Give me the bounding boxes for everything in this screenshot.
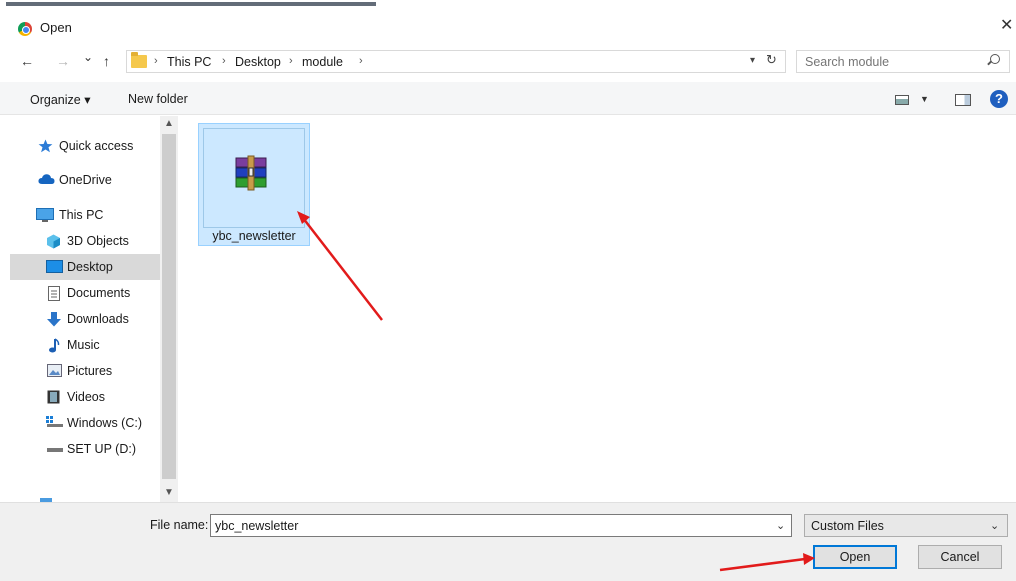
file-type-dropdown-icon[interactable]: ⌄ <box>990 519 999 532</box>
sidebar-item-label: OneDrive <box>59 173 112 187</box>
cube-icon <box>46 234 61 249</box>
sidebar-item-onedrive[interactable]: OneDrive <box>10 167 160 193</box>
new-folder-button[interactable]: New folder <box>128 92 188 106</box>
document-icon <box>48 286 63 301</box>
sidebar-item-videos[interactable]: Videos <box>10 384 160 410</box>
sidebar-item-label: Pictures <box>67 364 113 378</box>
sidebar-item-this-pc[interactable]: This PC <box>10 202 160 228</box>
breadcrumb-module[interactable]: module <box>302 55 343 69</box>
folder-icon <box>131 52 147 68</box>
scroll-up-icon[interactable]: ▲ <box>164 118 174 129</box>
breadcrumb-this-pc[interactable]: This PC <box>167 55 211 69</box>
search-input[interactable] <box>797 51 977 72</box>
open-button[interactable]: Open <box>813 545 897 569</box>
sidebar-item-quick-access[interactable]: Quick access <box>10 133 160 159</box>
back-arrow-icon[interactable]: ← <box>20 52 34 70</box>
title-bar <box>0 10 1016 44</box>
sidebar-item-label: Downloads <box>67 312 129 326</box>
sidebar-item-windows-c[interactable]: Windows (C:) <box>10 410 160 436</box>
music-icon <box>48 338 63 353</box>
sidebar-item-3d-objects[interactable]: 3D Objects <box>10 228 160 254</box>
forward-arrow-icon[interactable]: → <box>56 52 70 70</box>
breadcrumb-separator[interactable]: › <box>289 55 293 67</box>
star-icon <box>38 139 53 153</box>
breadcrumb-desktop[interactable]: Desktop <box>235 55 281 69</box>
dialog-title: Open <box>40 20 72 35</box>
file-name-label: File name: <box>150 518 209 532</box>
close-icon[interactable]: ✕ <box>1000 18 1013 34</box>
sidebar-item-downloads[interactable]: Downloads <box>10 306 160 332</box>
sidebar-scrollbar[interactable] <box>160 116 178 502</box>
sidebar-item-label: This PC <box>59 208 104 222</box>
navigation-pane: Quick access OneDrive This PC 3D Objects… <box>10 116 160 502</box>
change-view-icon[interactable] <box>895 95 909 105</box>
file-name-label: ybc_newsletter <box>212 229 296 243</box>
search-icon[interactable] <box>990 54 1000 64</box>
sidebar-item-label: Desktop <box>67 260 113 274</box>
file-type-value: Custom Files <box>811 519 884 533</box>
help-icon[interactable]: ? <box>990 90 1008 108</box>
sidebar-item-documents[interactable]: Documents <box>10 280 160 306</box>
cancel-button[interactable]: Cancel <box>918 545 1002 569</box>
refresh-icon[interactable]: ↻ <box>766 52 777 68</box>
sidebar-item-label: Music <box>67 338 100 352</box>
sidebar-item-label: Quick access <box>59 139 134 153</box>
file-name-dropdown-icon[interactable]: ⌄ <box>776 519 785 532</box>
drive-icon <box>46 416 63 429</box>
pictures-icon <box>47 364 62 377</box>
sidebar-item-label: Videos <box>67 390 105 404</box>
desktop-icon <box>46 260 63 273</box>
address-bar[interactable]: › This PC › Desktop › module › <box>126 50 786 73</box>
preview-pane-icon[interactable] <box>955 94 971 106</box>
cloud-icon <box>38 173 55 186</box>
sidebar-item-pictures[interactable]: Pictures <box>10 358 160 384</box>
scrollbar-thumb[interactable] <box>162 134 176 479</box>
file-name-input[interactable] <box>211 515 751 536</box>
sidebar-item-desktop[interactable]: Desktop <box>10 254 160 280</box>
sidebar-item-setup-d[interactable]: SET UP (D:) <box>10 436 160 462</box>
view-options-dropdown-icon[interactable]: ▼ <box>920 94 929 104</box>
breadcrumb-separator: › <box>154 55 158 67</box>
monitor-icon <box>36 208 54 222</box>
chrome-icon <box>18 22 32 36</box>
top-window-strip <box>0 0 1016 10</box>
file-type-select[interactable]: Custom Files <box>804 514 1008 537</box>
background-tab-strip <box>6 2 376 6</box>
address-dropdown-icon[interactable]: ▾ <box>750 55 755 66</box>
film-icon <box>47 390 62 404</box>
sidebar-item-label: SET UP (D:) <box>67 442 136 456</box>
breadcrumb-separator[interactable]: › <box>222 55 226 67</box>
search-box[interactable] <box>796 50 1010 73</box>
sidebar-item-music[interactable]: Music <box>10 332 160 358</box>
breadcrumb-separator[interactable]: › <box>359 55 363 67</box>
sidebar-item-label: 3D Objects <box>67 234 129 248</box>
scroll-down-icon[interactable]: ▼ <box>164 487 174 498</box>
file-item-ybc-newsletter[interactable]: ybc_newsletter <box>198 123 310 246</box>
recent-locations-icon[interactable]: ⌄ <box>83 48 93 66</box>
drive-icon <box>46 442 63 455</box>
winrar-archive-icon <box>235 155 267 191</box>
up-arrow-icon[interactable]: ↑ <box>103 52 110 70</box>
sidebar-item-label: Windows (C:) <box>67 416 143 430</box>
organize-button[interactable]: Organize ▾ <box>30 92 90 107</box>
download-icon <box>47 312 62 327</box>
file-name-field[interactable] <box>210 514 792 537</box>
sidebar-item-label: Documents <box>67 286 131 300</box>
